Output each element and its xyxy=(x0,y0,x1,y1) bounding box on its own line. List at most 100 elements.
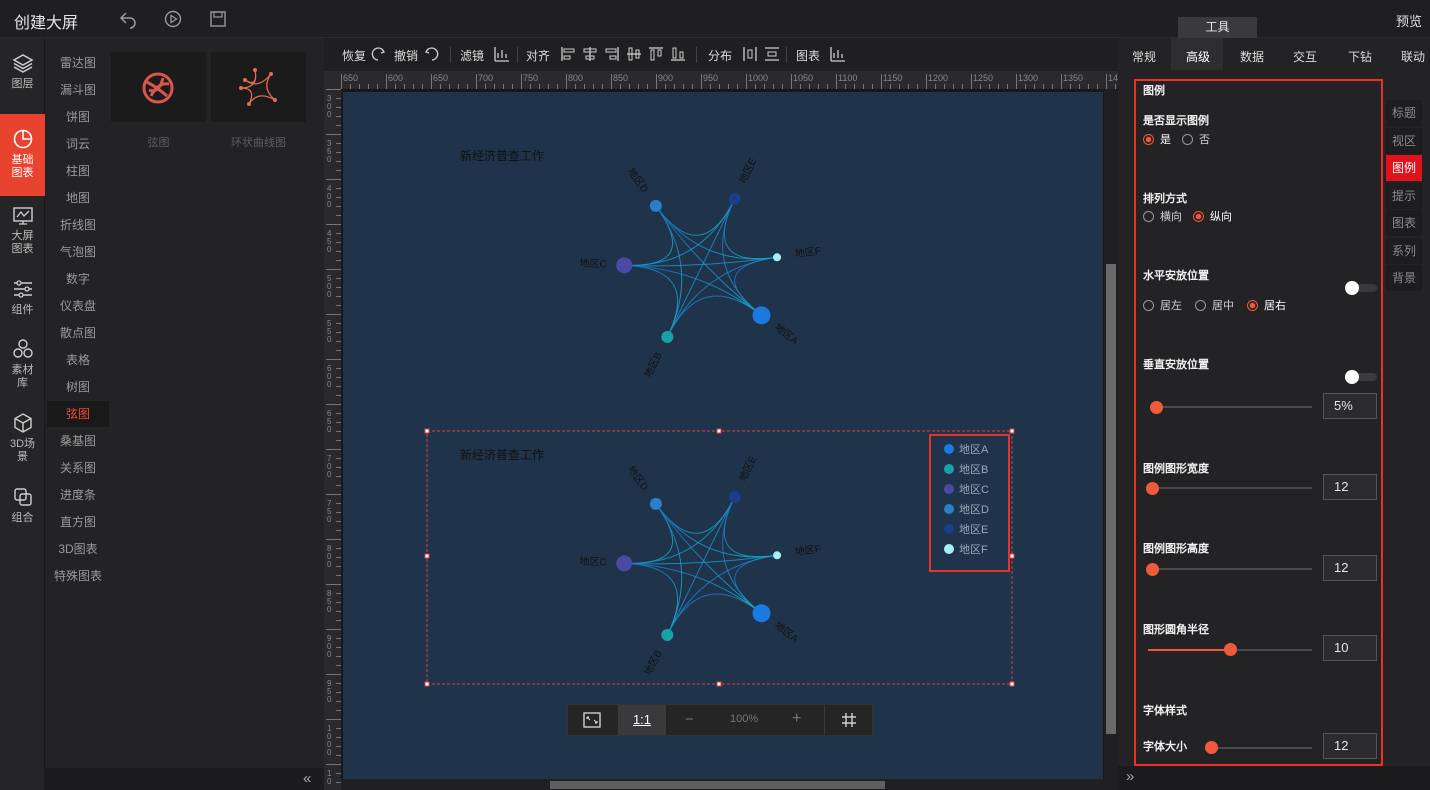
category-item[interactable]: 折线图 xyxy=(47,212,109,238)
category-item[interactable]: 表格 xyxy=(47,347,109,373)
height-slider-track[interactable] xyxy=(1150,568,1312,570)
align-right-icon[interactable] xyxy=(604,46,620,62)
font-size-slider-knob[interactable] xyxy=(1205,741,1218,754)
legend-item[interactable]: 地区B xyxy=(959,463,988,476)
category-item[interactable]: 雷达图 xyxy=(47,50,109,76)
side-tab[interactable]: 标题 xyxy=(1386,100,1422,126)
collapse-left-icon[interactable]: « xyxy=(303,770,311,787)
legend-item[interactable]: 地区D xyxy=(959,503,989,516)
zoom-in-button[interactable]: + xyxy=(792,710,801,728)
right-tab[interactable]: 常规 xyxy=(1132,48,1156,65)
category-item[interactable]: 直方图 xyxy=(47,509,109,535)
undo-icon[interactable] xyxy=(424,46,440,62)
category-item[interactable]: 弦图 xyxy=(47,401,109,427)
hpos-center-radio[interactable]: 居中 xyxy=(1195,297,1234,313)
vpos-input[interactable]: 5% xyxy=(1323,393,1377,419)
zoom-out-button[interactable]: − xyxy=(685,711,694,728)
hpos-left-radio[interactable]: 居左 xyxy=(1143,297,1182,313)
vpos-slider-knob[interactable] xyxy=(1150,401,1163,414)
selection-frame[interactable] xyxy=(426,430,1013,685)
height-slider-knob[interactable] xyxy=(1146,563,1159,576)
category-item[interactable]: 数字 xyxy=(47,266,109,292)
legend-item[interactable]: 地区C xyxy=(959,483,989,496)
back-icon[interactable] xyxy=(118,9,138,29)
radius-slider-knob[interactable] xyxy=(1224,643,1237,656)
category-item[interactable]: 特殊图表 xyxy=(47,563,109,589)
category-item[interactable]: 桑基图 xyxy=(47,428,109,454)
play-icon[interactable] xyxy=(163,9,183,29)
category-item[interactable]: 进度条 xyxy=(47,482,109,508)
right-tab[interactable]: 下钻 xyxy=(1348,48,1372,65)
category-item[interactable]: 地图 xyxy=(47,185,109,211)
arrange-vertical-radio[interactable]: 纵向 xyxy=(1193,208,1232,224)
align-left-icon[interactable] xyxy=(560,46,576,62)
show-yes-radio[interactable]: 是 xyxy=(1143,131,1171,147)
nav-item-assets[interactable]: 素材库 xyxy=(0,324,45,406)
category-item[interactable]: 树图 xyxy=(47,374,109,400)
nav-item-layers[interactable]: 图层 xyxy=(0,38,45,120)
font-size-input[interactable]: 12 xyxy=(1323,733,1377,759)
thumbnail-ring-curve[interactable]: 环状曲线图 xyxy=(211,52,306,149)
selection-handles[interactable] xyxy=(424,428,1015,687)
vpos-slider-track[interactable] xyxy=(1150,406,1312,408)
align-bottom-icon[interactable] xyxy=(670,46,686,62)
width-slider-knob[interactable] xyxy=(1146,482,1159,495)
legend-height-input[interactable]: 12 xyxy=(1323,555,1377,581)
align-middle-v-icon[interactable] xyxy=(626,46,642,62)
align-top-icon[interactable] xyxy=(648,46,664,62)
grid-icon[interactable] xyxy=(842,713,856,727)
arrange-horizontal-radio[interactable]: 横向 xyxy=(1143,208,1182,224)
side-tab[interactable]: 背景 xyxy=(1386,265,1422,291)
hpos-right-radio[interactable]: 居右 xyxy=(1247,297,1286,313)
nav-item-basic-charts[interactable]: 基础图表 xyxy=(0,114,45,196)
save-icon[interactable] xyxy=(208,9,228,29)
distribute-v-icon[interactable] xyxy=(764,46,780,62)
vertical-scroll-thumb[interactable] xyxy=(1106,264,1116,734)
nav-item-group[interactable]: 组合 xyxy=(0,472,45,554)
legend-item[interactable]: 地区F xyxy=(959,543,988,556)
horizontal-scroll-thumb[interactable] xyxy=(550,781,885,789)
align-button[interactable]: 对齐 xyxy=(526,47,550,64)
category-item[interactable]: 3D图表 xyxy=(47,536,109,562)
hpos-toggle[interactable] xyxy=(1345,281,1377,295)
right-tab[interactable]: 高级 xyxy=(1186,48,1210,65)
canvas[interactable]: 新经济普查工作 地区A 地区B 地区C 地区D 地区E 地区F 新经济普查工作 地区A 地区… xyxy=(343,92,1103,782)
side-tab[interactable]: 视区 xyxy=(1386,127,1422,154)
side-tab[interactable]: 系列 xyxy=(1386,237,1422,264)
font-size-slider-track[interactable] xyxy=(1208,747,1312,749)
fit-screen-icon[interactable] xyxy=(583,712,601,728)
right-tab[interactable]: 交互 xyxy=(1293,48,1317,65)
show-no-radio[interactable]: 否 xyxy=(1182,131,1210,147)
side-tab[interactable]: 提示 xyxy=(1386,182,1422,209)
category-item[interactable]: 漏斗图 xyxy=(47,77,109,103)
legend-width-input[interactable]: 12 xyxy=(1323,474,1377,500)
filter-chart-icon[interactable] xyxy=(494,46,510,62)
chart-icon[interactable] xyxy=(830,46,846,62)
legend-item[interactable]: 地区E xyxy=(959,523,988,536)
align-center-h-icon[interactable] xyxy=(582,46,598,62)
side-tab[interactable]: 图表 xyxy=(1386,210,1422,236)
distribute-button[interactable]: 分布 xyxy=(708,47,732,64)
distribute-h-icon[interactable] xyxy=(742,46,758,62)
nav-item-screen-charts[interactable]: 大屏图表 xyxy=(0,190,45,272)
redo-button[interactable]: 恢复 xyxy=(342,47,366,64)
tool-tab[interactable]: 工具 xyxy=(1178,17,1257,38)
category-item[interactable]: 仪表盘 xyxy=(47,293,109,319)
vpos-toggle[interactable] xyxy=(1345,370,1377,384)
redo-icon[interactable] xyxy=(370,46,386,62)
category-item[interactable]: 词云 xyxy=(47,131,109,157)
undo-button[interactable]: 撤销 xyxy=(394,47,418,64)
corner-radius-input[interactable]: 10 xyxy=(1323,635,1377,661)
preview-button[interactable]: 预览 xyxy=(1396,11,1422,30)
zoom-ratio-button[interactable]: 1:1 xyxy=(618,705,666,735)
category-item[interactable]: 关系图 xyxy=(47,455,109,481)
collapse-right-icon[interactable]: » xyxy=(1126,768,1134,785)
side-tab[interactable]: 图例 xyxy=(1386,155,1422,181)
nav-item-3d-scene[interactable]: 3D场景 xyxy=(0,398,45,480)
right-tab[interactable]: 联动 xyxy=(1401,48,1425,65)
legend-item[interactable]: 地区A xyxy=(959,443,989,456)
width-slider-track[interactable] xyxy=(1150,487,1312,489)
thumbnail-chord[interactable]: 弦图 xyxy=(111,52,206,149)
right-tab[interactable]: 数据 xyxy=(1240,48,1264,65)
category-item[interactable]: 散点图 xyxy=(47,320,109,346)
